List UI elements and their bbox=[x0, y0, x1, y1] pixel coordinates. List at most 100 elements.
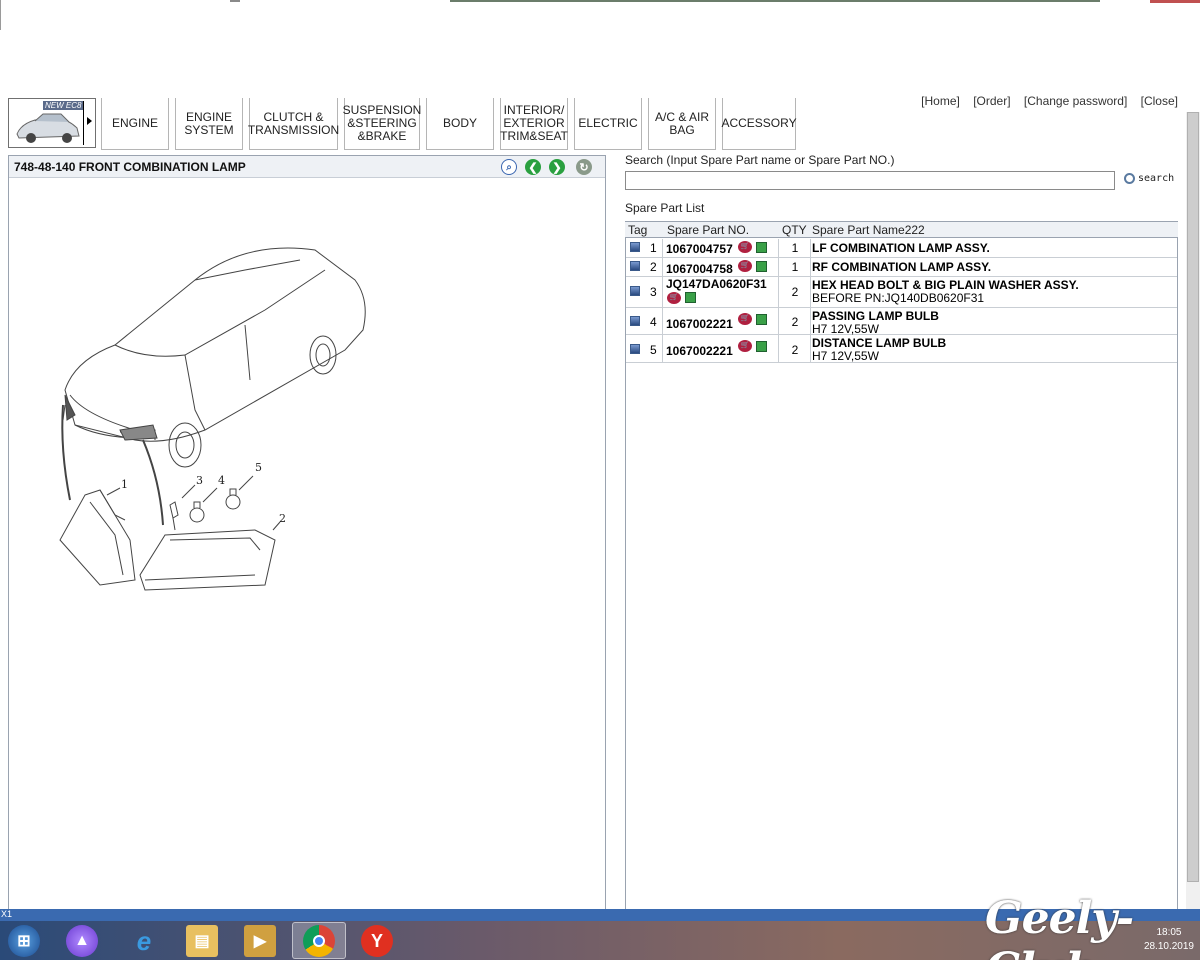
row-number: 5 bbox=[650, 343, 657, 357]
start-icon[interactable]: ⊞ bbox=[8, 925, 40, 957]
change-password-link[interactable]: [Change password] bbox=[1024, 94, 1127, 108]
top-strip-segment bbox=[1150, 0, 1200, 3]
cart-icon[interactable]: 🛒 bbox=[738, 340, 752, 352]
diagram-label-2[interactable]: 2 bbox=[279, 512, 286, 525]
part-name[interactable]: DISTANCE LAMP BULB bbox=[812, 336, 946, 350]
quantity: 1 bbox=[791, 260, 799, 274]
window-edge bbox=[0, 0, 1, 30]
zoom-icon[interactable]: ⌕ bbox=[501, 159, 517, 175]
diagram-label-1[interactable]: 1 bbox=[121, 478, 128, 491]
nav-body[interactable]: BODY bbox=[426, 98, 494, 150]
quantity: 2 bbox=[791, 315, 799, 329]
nav-engine[interactable]: ENGINE bbox=[101, 98, 169, 150]
table-row[interactable]: 2 1067004758 🛒 1 RF COMBINATION LAMP ASS… bbox=[626, 258, 1177, 277]
order-link[interactable]: [Order] bbox=[973, 94, 1010, 108]
quantity: 1 bbox=[791, 241, 799, 255]
add-icon[interactable] bbox=[756, 314, 767, 325]
diagram-label-4[interactable]: 4 bbox=[218, 474, 225, 487]
clock-date: 28.10.2019 bbox=[1143, 941, 1194, 952]
part-number[interactable]: 1067002221 bbox=[666, 344, 733, 358]
part-note: BEFORE PN:JQ140DB0620F31 bbox=[812, 291, 985, 305]
col-qty[interactable]: QTY bbox=[782, 223, 807, 237]
part-name[interactable]: HEX HEAD BOLT & BIG PLAIN WASHER ASSY. bbox=[812, 278, 1079, 292]
top-strip-segment bbox=[450, 0, 1100, 2]
add-icon[interactable] bbox=[756, 341, 767, 352]
status-text: X1 bbox=[1, 909, 13, 919]
scrollbar-thumb[interactable] bbox=[1187, 112, 1199, 882]
close-link[interactable]: [Close] bbox=[1141, 94, 1178, 108]
row-number: 4 bbox=[650, 315, 657, 329]
part-number[interactable]: 1067004757 bbox=[666, 242, 733, 256]
tag-icon[interactable] bbox=[630, 286, 640, 296]
alice-icon[interactable]: ▲ bbox=[66, 925, 98, 957]
top-strip bbox=[0, 0, 1200, 30]
vertical-scrollbar[interactable] bbox=[1186, 112, 1200, 912]
home-link[interactable]: [Home] bbox=[921, 94, 960, 108]
col-part-name[interactable]: Spare Part Name222 bbox=[812, 223, 925, 237]
model-selector[interactable]: NEW EC8 bbox=[8, 98, 96, 148]
part-note: H7 12V,55W bbox=[812, 349, 879, 363]
tag-icon[interactable] bbox=[630, 344, 640, 354]
col-tag[interactable]: Tag bbox=[628, 223, 647, 237]
top-links: [Home] [Order] [Change password] [Close] bbox=[911, 94, 1178, 108]
model-badge: NEW EC8 bbox=[43, 101, 84, 110]
nav-suspension-steering-brake[interactable]: SUSPENSION &STEERING &BRAKE bbox=[343, 98, 421, 150]
forward-icon[interactable]: ❯ bbox=[549, 159, 565, 175]
row-number: 2 bbox=[650, 260, 657, 274]
app-window: NEW EC8 ENGINE ENGINE SYSTEM CLUTCH & TR… bbox=[0, 0, 1200, 960]
add-icon[interactable] bbox=[685, 292, 696, 303]
part-name[interactable]: PASSING LAMP BULB bbox=[812, 309, 939, 323]
refresh-icon[interactable]: ↻ bbox=[576, 159, 592, 175]
chrome-icon[interactable] bbox=[303, 925, 335, 957]
parts-list-label: Spare Part List bbox=[625, 201, 705, 215]
tag-icon[interactable] bbox=[630, 261, 640, 271]
thumb-divider bbox=[83, 101, 84, 145]
parts-table-header: Tag Spare Part NO. QTY Spare Part Name22… bbox=[625, 221, 1178, 238]
part-number[interactable]: 1067002221 bbox=[666, 317, 733, 331]
row-number: 3 bbox=[650, 285, 657, 299]
diagram-label-5[interactable]: 5 bbox=[255, 461, 262, 474]
part-name[interactable]: RF COMBINATION LAMP ASSY. bbox=[812, 260, 991, 274]
nav-electric[interactable]: ELECTRIC bbox=[574, 98, 642, 150]
nav-ac-airbag[interactable]: A/C & AIR BAG bbox=[648, 98, 716, 150]
nav-engine-system[interactable]: ENGINE SYSTEM bbox=[175, 98, 243, 150]
search-button-label: search bbox=[1138, 173, 1175, 184]
cart-icon[interactable]: 🛒 bbox=[667, 292, 681, 304]
nav-accessory[interactable]: ACCESSORY bbox=[721, 98, 797, 150]
col-part-no[interactable]: Spare Part NO. bbox=[667, 223, 749, 237]
quantity: 2 bbox=[791, 343, 799, 357]
chevron-right-icon[interactable] bbox=[87, 117, 92, 125]
row-number: 1 bbox=[650, 241, 657, 255]
tag-icon[interactable] bbox=[630, 242, 640, 252]
ie-icon[interactable]: e bbox=[128, 925, 160, 957]
diagram-label-3[interactable]: 3 bbox=[196, 474, 203, 487]
explorer-icon[interactable]: ▤ bbox=[186, 925, 218, 957]
clock-time: 18:05 bbox=[1156, 927, 1182, 938]
cart-icon[interactable]: 🛒 bbox=[738, 260, 752, 272]
cart-icon[interactable]: 🛒 bbox=[738, 313, 752, 325]
nav-interior-exterior[interactable]: INTERIOR/ EXTERIOR TRIM&SEAT bbox=[500, 98, 568, 150]
quantity: 2 bbox=[791, 285, 799, 299]
table-row[interactable]: 1 1067004757 🛒 1 LF COMBINATION LAMP ASS… bbox=[626, 239, 1177, 258]
nav-clutch-transmission[interactable]: CLUTCH & TRANSMISSION bbox=[248, 98, 339, 150]
search-icon bbox=[1124, 173, 1135, 184]
part-name[interactable]: LF COMBINATION LAMP ASSY. bbox=[812, 241, 990, 255]
part-number[interactable]: 1067004758 bbox=[666, 262, 733, 276]
media-player-icon[interactable]: ▶ bbox=[244, 925, 276, 957]
back-icon[interactable]: ❮ bbox=[525, 159, 541, 175]
part-number[interactable]: JQ147DA0620F31 bbox=[666, 277, 767, 291]
yandex-icon[interactable]: Y bbox=[361, 925, 393, 957]
cart-icon[interactable]: 🛒 bbox=[738, 241, 752, 253]
search-button[interactable]: search bbox=[1124, 173, 1174, 184]
table-row[interactable]: 4 1067002221 🛒 2 PASSING LAMP BULB H7 12… bbox=[626, 308, 1177, 336]
table-row[interactable]: 5 1067002221 🛒 2 DISTANCE LAMP BULB H7 1… bbox=[626, 335, 1177, 363]
search-label: Search (Input Spare Part name or Spare P… bbox=[625, 153, 895, 167]
top-strip-segment bbox=[230, 0, 240, 2]
add-icon[interactable] bbox=[756, 242, 767, 253]
tag-icon[interactable] bbox=[630, 316, 640, 326]
search-input[interactable] bbox=[625, 171, 1115, 190]
table-row[interactable]: 3 JQ147DA0620F31 🛒 2 HEX HEAD BOLT & BIG… bbox=[626, 277, 1177, 308]
add-icon[interactable] bbox=[756, 261, 767, 272]
taskbar-clock[interactable]: 18:05 28.10.2019 bbox=[1144, 926, 1194, 954]
part-note: H7 12V,55W bbox=[812, 322, 879, 336]
